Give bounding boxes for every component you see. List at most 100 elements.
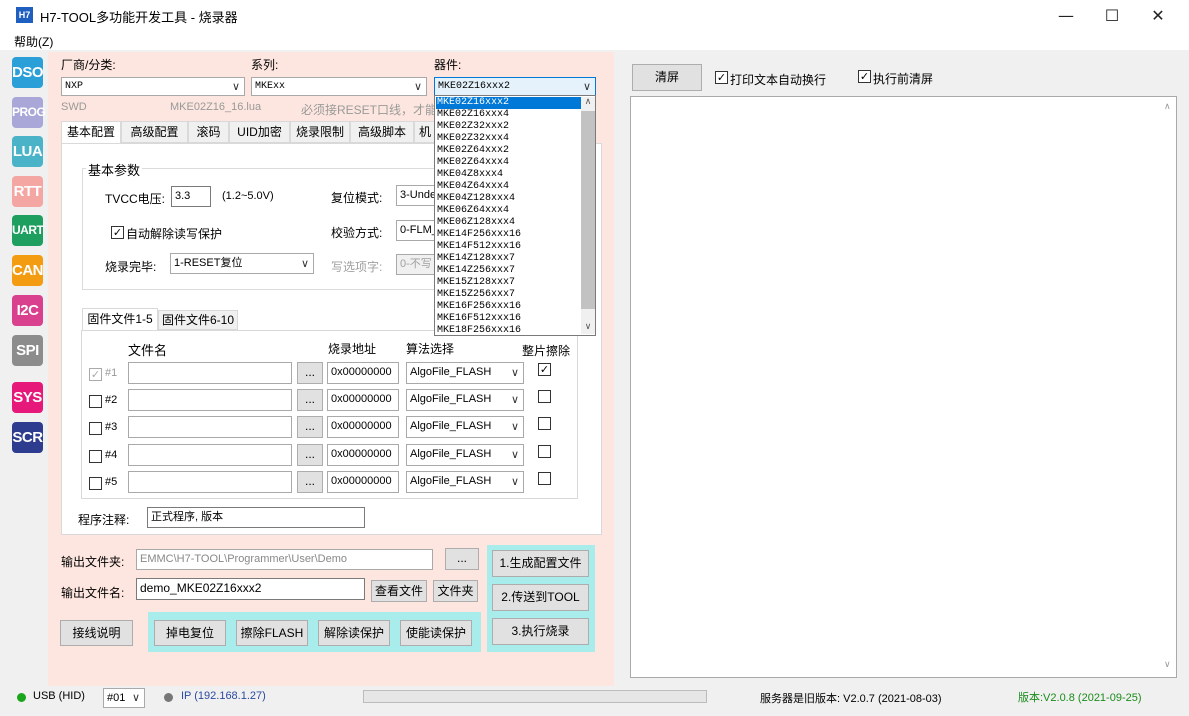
module-dso-button[interactable]: DSO (12, 57, 44, 88)
maximize-button[interactable]: ☐ (1089, 0, 1135, 31)
tab-limit[interactable]: 烧录限制 (290, 121, 350, 143)
device-option[interactable]: MKE14Z128xxx7 (436, 253, 581, 265)
module-i2c-button[interactable]: I2C (12, 295, 43, 326)
device-option[interactable]: MKE16F256xxx16 (436, 301, 581, 313)
device-option[interactable]: MKE14Z256xxx7 (436, 265, 581, 277)
menu-help[interactable]: 帮助(Z) (14, 33, 53, 50)
device-option[interactable]: MKE04Z8xxx4 (436, 169, 581, 181)
firmware-erase-checkbox[interactable]: ✓ (538, 363, 551, 376)
tab-firmware-1-5[interactable]: 固件文件1-5 (82, 308, 158, 331)
device-option[interactable]: MKE02Z64xxx2 (436, 145, 581, 157)
firmware-algo-select[interactable]: AlgoFile_FLASH ∨ (406, 362, 524, 384)
log-output[interactable]: ∧ ∨ (630, 96, 1177, 678)
device-option[interactable]: MKE04Z128xxx4 (436, 193, 581, 205)
device-select[interactable]: MKE02Z16xxx2 ∨ (434, 77, 596, 96)
finish-select[interactable]: 1-RESET复位 ∨ (170, 253, 314, 274)
firmware-address-input[interactable]: 0x00000000 (327, 471, 399, 493)
module-prog-button[interactable]: PROG (12, 97, 46, 128)
module-can-button[interactable]: CAN (12, 255, 44, 286)
module-spi-button[interactable]: SPI (12, 335, 43, 366)
device-option[interactable]: MKE16F512xxx16 (436, 313, 581, 325)
view-file-button[interactable]: 查看文件 (371, 580, 427, 602)
scroll-down-icon[interactable]: ∨ (582, 322, 594, 334)
unlock-read-button[interactable]: 解除读保护 (318, 620, 390, 646)
device-option[interactable]: MKE04Z64xxx4 (436, 181, 581, 193)
firmware-browse-button[interactable]: ... (297, 471, 323, 493)
output-name-input[interactable]: demo_MKE02Z16xxx2 (136, 578, 365, 600)
firmware-file-input[interactable] (128, 444, 292, 466)
firmware-address-input[interactable]: 0x00000000 (327, 362, 399, 384)
wrap-checkbox[interactable]: ✓ (715, 71, 728, 84)
firmware-browse-button[interactable]: ... (297, 444, 323, 466)
device-option[interactable]: MKE06Z64xxx4 (436, 205, 581, 217)
firmware-enable-checkbox[interactable] (89, 395, 102, 408)
module-sys-button[interactable]: SYS (12, 382, 43, 413)
generate-config-button[interactable]: 1.生成配置文件 (492, 550, 589, 577)
device-option[interactable]: MKE02Z16xxx4 (436, 109, 581, 121)
minimize-button[interactable]: — (1043, 0, 1089, 31)
scroll-up-icon[interactable]: ∧ (1164, 102, 1171, 112)
firmware-file-input[interactable] (128, 362, 292, 384)
tab-firmware-6-10[interactable]: 固件文件6-10 (158, 310, 238, 330)
firmware-enable-checkbox[interactable]: ✓ (89, 368, 102, 381)
device-option[interactable]: MKE02Z32xxx4 (436, 133, 581, 145)
firmware-file-input[interactable] (128, 416, 292, 438)
device-option[interactable]: MKE18F256xxx16 (436, 325, 581, 337)
power-reset-button[interactable]: 掉电复位 (154, 620, 226, 646)
firmware-algo-select[interactable]: AlgoFile_FLASH ∨ (406, 389, 524, 411)
log-scrollbar[interactable]: ∧ ∨ (1163, 97, 1177, 677)
erase-flash-button[interactable]: 擦除FLASH (236, 620, 308, 646)
output-folder-browse-button[interactable]: ... (445, 548, 479, 570)
open-folder-button[interactable]: 文件夹 (433, 580, 478, 602)
clear-before-checkbox[interactable]: ✓ (858, 70, 871, 83)
firmware-erase-checkbox[interactable] (538, 417, 551, 430)
tab-uid[interactable]: UID加密 (229, 121, 290, 143)
module-scr-button[interactable]: SCR (12, 422, 43, 453)
tab-machine[interactable]: 机 (414, 121, 436, 143)
firmware-erase-checkbox[interactable] (538, 390, 551, 403)
tab-script[interactable]: 高级脚本 (350, 121, 414, 143)
send-to-tool-button[interactable]: 2.传送到TOOL (492, 584, 589, 611)
device-option[interactable]: MKE15Z128xxx7 (436, 277, 581, 289)
firmware-enable-checkbox[interactable] (89, 477, 102, 490)
firmware-browse-button[interactable]: ... (297, 416, 323, 438)
device-option[interactable]: MKE15Z256xxx7 (436, 289, 581, 301)
firmware-address-input[interactable]: 0x00000000 (327, 416, 399, 438)
wiring-help-button[interactable]: 接线说明 (60, 620, 133, 646)
firmware-browse-button[interactable]: ... (297, 362, 323, 384)
scroll-down-icon[interactable]: ∨ (1164, 660, 1171, 670)
tab-basic[interactable]: 基本配置 (61, 121, 121, 144)
lock-read-button[interactable]: 使能读保护 (400, 620, 472, 646)
tab-advanced[interactable]: 高级配置 (121, 121, 188, 143)
verify-select[interactable]: 0-FLM_ (396, 220, 436, 241)
firmware-browse-button[interactable]: ... (297, 389, 323, 411)
firmware-address-input[interactable]: 0x00000000 (327, 389, 399, 411)
module-uart-button[interactable]: UART (12, 215, 44, 246)
tvcc-input[interactable]: 3.3 (171, 186, 211, 207)
output-folder-input[interactable]: EMMC\H7-TOOL\Programmer\User\Demo (136, 549, 433, 570)
device-option[interactable]: MKE14F256xxx16 (436, 229, 581, 241)
comment-input[interactable]: 正式程序, 版本 (147, 507, 365, 528)
close-button[interactable]: ✕ (1135, 0, 1181, 31)
firmware-erase-checkbox[interactable] (538, 445, 551, 458)
vendor-select[interactable]: NXP ∨ (61, 77, 245, 96)
firmware-algo-select[interactable]: AlgoFile_FLASH ∨ (406, 416, 524, 438)
firmware-algo-select[interactable]: AlgoFile_FLASH ∨ (406, 444, 524, 466)
device-option[interactable]: MKE02Z64xxx4 (436, 157, 581, 169)
port-select[interactable]: #01 ∨ (103, 688, 145, 708)
series-select[interactable]: MKExx ∨ (251, 77, 427, 96)
tab-rolling-code[interactable]: 滚码 (188, 121, 229, 143)
clear-log-button[interactable]: 清屏 (632, 64, 702, 91)
auto-unlock-checkbox[interactable]: ✓ (111, 226, 124, 239)
device-option[interactable]: MKE02Z16xxx2 (436, 97, 581, 109)
scroll-up-icon[interactable]: ∧ (582, 97, 594, 109)
device-option[interactable]: MKE14F512xxx16 (436, 241, 581, 253)
execute-program-button[interactable]: 3.执行烧录 (492, 618, 589, 645)
firmware-enable-checkbox[interactable] (89, 422, 102, 435)
firmware-file-input[interactable] (128, 471, 292, 493)
firmware-address-input[interactable]: 0x00000000 (327, 444, 399, 466)
firmware-enable-checkbox[interactable] (89, 450, 102, 463)
firmware-file-input[interactable] (128, 389, 292, 411)
dropdown-scroll-thumb[interactable] (581, 111, 595, 309)
firmware-algo-select[interactable]: AlgoFile_FLASH ∨ (406, 471, 524, 493)
